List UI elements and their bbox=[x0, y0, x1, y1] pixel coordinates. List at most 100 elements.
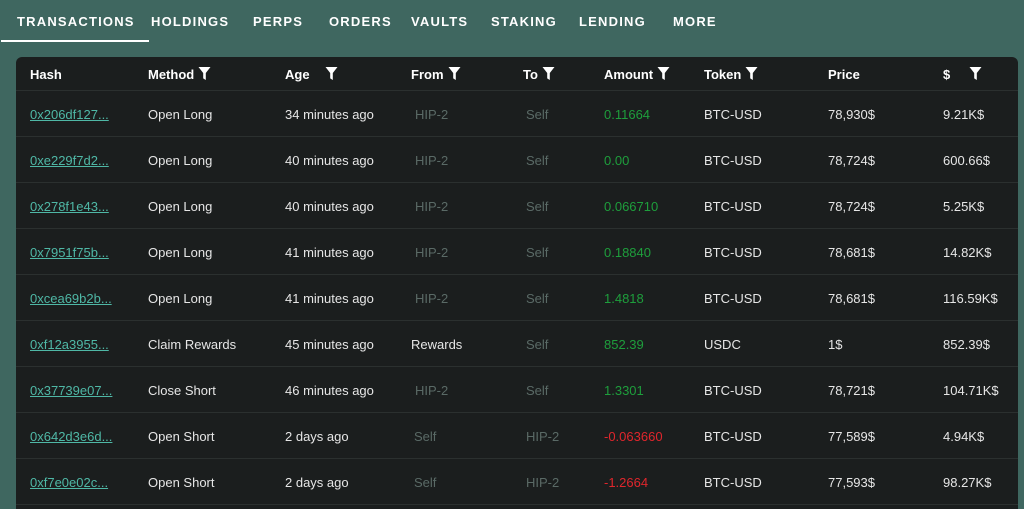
tab-perps[interactable]: PERPS bbox=[253, 0, 303, 43]
method-cell: Open Long bbox=[148, 152, 213, 168]
filter-icon[interactable] bbox=[448, 67, 461, 81]
age-cell: 40 minutes ago bbox=[285, 198, 374, 214]
column-header-label: Token bbox=[704, 66, 742, 82]
tab-transactions[interactable]: TRANSACTIONS bbox=[1, 0, 149, 43]
column-header-age: Age bbox=[285, 57, 338, 91]
age-cell: 45 minutes ago bbox=[285, 336, 374, 352]
table-row: 0x206df127... Open Long 34 minutes ago H… bbox=[16, 91, 1018, 137]
table-row: 0xe229f7d2... Open Long 40 minutes ago H… bbox=[16, 137, 1018, 183]
price-cell: 77,593$ bbox=[828, 474, 875, 490]
table-header: Hash Method Age From To Amount Token Pri… bbox=[16, 57, 1018, 91]
amount-cell: 0.00 bbox=[604, 152, 630, 168]
age-cell: 34 minutes ago bbox=[285, 106, 374, 122]
table-row: 0xcea69b2b... Open Long 41 minutes ago H… bbox=[16, 275, 1018, 321]
price-cell: 78,681$ bbox=[828, 244, 875, 260]
method-cell: Open Long bbox=[148, 290, 213, 306]
price-cell: 78,724$ bbox=[828, 152, 875, 168]
method-cell: Open Short bbox=[148, 428, 215, 444]
from-cell: HIP-2 bbox=[415, 244, 449, 260]
from-cell: Self bbox=[414, 428, 437, 444]
amount-cell: 1.4818 bbox=[604, 290, 644, 306]
method-cell: Open Long bbox=[148, 198, 213, 214]
token-cell: BTC-USD bbox=[704, 244, 762, 260]
price-cell: 78,724$ bbox=[828, 198, 875, 214]
price-cell: 1$ bbox=[828, 336, 843, 352]
table-row: 0x642d3e6d... Open Short 2 days ago Self… bbox=[16, 413, 1018, 459]
hash-link[interactable]: 0x206df127... bbox=[30, 91, 109, 137]
from-cell: Self bbox=[414, 474, 437, 490]
column-header-label: Hash bbox=[30, 66, 62, 82]
table-row: 0x37739e07... Close Short 46 minutes ago… bbox=[16, 367, 1018, 413]
price-cell: 78,721$ bbox=[828, 382, 875, 398]
from-cell: HIP-2 bbox=[415, 106, 449, 122]
to-cell: Self bbox=[526, 336, 549, 352]
filter-icon[interactable] bbox=[745, 67, 758, 81]
token-cell: BTC-USD bbox=[704, 290, 762, 306]
filter-icon[interactable] bbox=[657, 67, 670, 81]
filter-icon[interactable] bbox=[325, 67, 338, 81]
column-header-label: From bbox=[411, 66, 444, 82]
to-cell: HIP-2 bbox=[526, 474, 560, 490]
table-row: 0x7951f75b... Open Long 41 minutes ago H… bbox=[16, 229, 1018, 275]
amount-cell: 0.11664 bbox=[604, 106, 651, 122]
column-header-label: Amount bbox=[604, 66, 654, 82]
method-cell: Open Short bbox=[148, 474, 215, 490]
usd-value-cell: 9.21K$ bbox=[943, 106, 985, 122]
token-cell: BTC-USD bbox=[704, 382, 762, 398]
tab-holdings[interactable]: HOLDINGS bbox=[151, 0, 229, 43]
usd-value-cell: 14.82K$ bbox=[943, 244, 992, 260]
usd-value-cell: 4.94K$ bbox=[943, 428, 985, 444]
to-cell: HIP-2 bbox=[526, 428, 560, 444]
tab-bar: TRANSACTIONS HOLDINGS PERPS ORDERS VAULT… bbox=[0, 0, 1024, 43]
to-cell: Self bbox=[526, 198, 549, 214]
filter-icon[interactable] bbox=[198, 67, 211, 81]
hash-link[interactable]: 0x642d3e6d... bbox=[30, 413, 112, 459]
tab-lending[interactable]: LENDING bbox=[579, 0, 646, 43]
to-cell: Self bbox=[526, 106, 549, 122]
age-cell: 41 minutes ago bbox=[285, 244, 374, 260]
amount-cell: 0.18840 bbox=[604, 244, 651, 260]
hash-link[interactable]: 0xf12a3955... bbox=[30, 321, 109, 367]
hash-link[interactable]: 0x278f1e43... bbox=[30, 183, 109, 229]
to-cell: Self bbox=[526, 382, 549, 398]
hash-link[interactable]: 0xe229f7d2... bbox=[30, 137, 109, 183]
usd-value-cell: 600.66$ bbox=[943, 152, 990, 168]
table-row: 0x278f1e43... Open Long 40 minutes ago H… bbox=[16, 183, 1018, 229]
token-cell: BTC-USD bbox=[704, 428, 762, 444]
column-header-label: $ bbox=[943, 66, 951, 82]
usd-value-cell: 5.25K$ bbox=[943, 198, 985, 214]
hash-link[interactable]: 0xf7e0e02c... bbox=[30, 459, 108, 505]
filter-icon[interactable] bbox=[542, 67, 555, 81]
age-cell: 2 days ago bbox=[285, 474, 349, 490]
amount-cell: 0.066710 bbox=[604, 198, 659, 214]
hash-link[interactable]: 0xcea69b2b... bbox=[30, 275, 112, 321]
to-cell: Self bbox=[526, 290, 549, 306]
tab-orders[interactable]: ORDERS bbox=[329, 0, 392, 43]
column-header-amount: Amount bbox=[604, 57, 670, 91]
table-row: 0xf12a3955... Claim Rewards 45 minutes a… bbox=[16, 321, 1018, 367]
amount-cell: -0.063660 bbox=[604, 428, 663, 444]
from-cell: HIP-2 bbox=[415, 290, 449, 306]
column-header-label: Method bbox=[148, 66, 195, 82]
hash-link[interactable]: 0x7951f75b... bbox=[30, 229, 109, 275]
tab-more[interactable]: MORE bbox=[673, 0, 717, 43]
tab-staking[interactable]: STAKING bbox=[491, 0, 557, 43]
hash-link[interactable]: 0x37739e07... bbox=[30, 367, 112, 413]
column-header-price: Price bbox=[828, 57, 860, 91]
table-row: 0xf7e0e02c... Open Short 2 days ago Self… bbox=[16, 459, 1018, 505]
tab-vaults[interactable]: VAULTS bbox=[411, 0, 468, 43]
filter-icon[interactable] bbox=[969, 67, 982, 81]
column-header-from: From bbox=[411, 57, 461, 91]
usd-value-cell: 116.59K$ bbox=[943, 290, 998, 306]
usd-value-cell: 104.71K$ bbox=[943, 382, 999, 398]
age-cell: 40 minutes ago bbox=[285, 152, 374, 168]
token-cell: BTC-USD bbox=[704, 106, 762, 122]
amount-cell: 852.39 bbox=[604, 336, 644, 352]
price-cell: 78,930$ bbox=[828, 106, 875, 122]
token-cell: BTC-USD bbox=[704, 474, 762, 490]
from-cell: Rewards bbox=[411, 336, 463, 352]
usd-value-cell: 98.27K$ bbox=[943, 474, 992, 490]
column-header-usd: $ bbox=[943, 57, 982, 91]
method-cell: Open Long bbox=[148, 244, 213, 260]
price-cell: 78,681$ bbox=[828, 290, 875, 306]
